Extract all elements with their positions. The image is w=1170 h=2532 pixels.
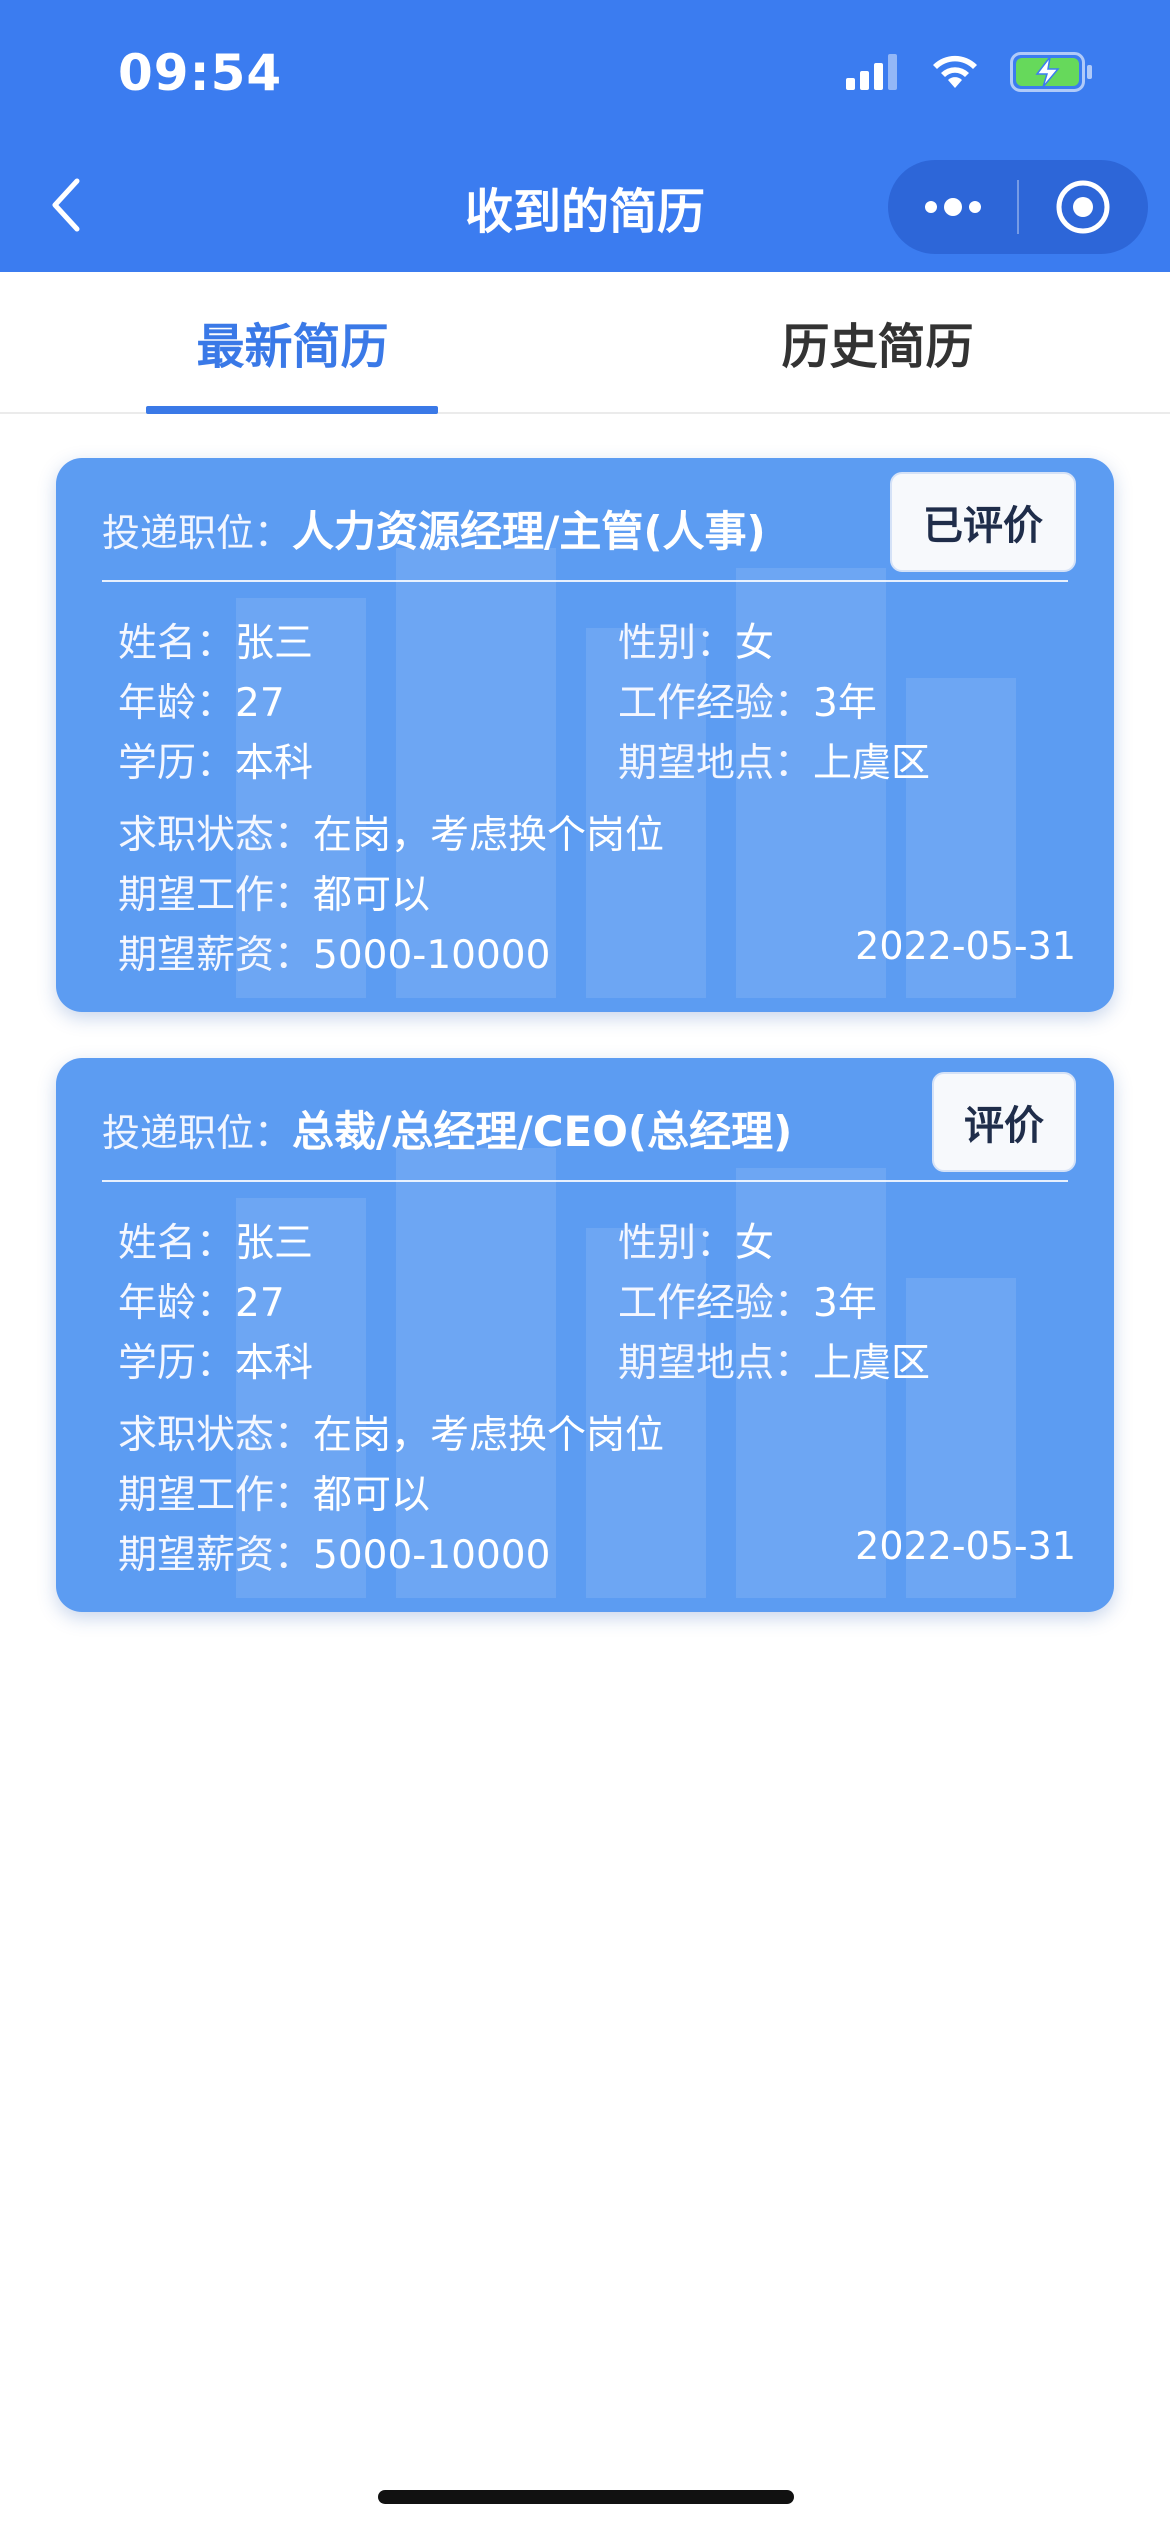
field-label: 求职状态： <box>118 1413 314 1458</box>
field-job: 期望工作：都可以 <box>118 1464 430 1520</box>
tab-latest-label: 最新简历 <box>196 319 389 375</box>
position-value: 总裁/总经理/CEO(总经理) <box>292 1107 793 1156</box>
resume-card[interactable]: 投递职位： 人力资源经理/主管(人事) 已评价 姓名：张三 性别：女 年龄：27… <box>56 458 1114 1012</box>
field-value: 女 <box>735 1221 775 1266</box>
field-age: 年龄：27 <box>118 672 285 728</box>
field-age: 年龄：27 <box>118 1272 285 1328</box>
resume-tabs: 最新简历 历史简历 <box>0 272 1170 414</box>
field-value: 女 <box>735 621 775 666</box>
tab-history[interactable]: 历史简历 <box>585 272 1170 412</box>
field-label: 年龄： <box>118 1281 236 1326</box>
field-label: 性别： <box>618 621 736 666</box>
field-gender: 性别：女 <box>618 612 774 668</box>
field-location: 期望地点：上虞区 <box>618 1332 930 1388</box>
tab-latest[interactable]: 最新简历 <box>0 272 585 412</box>
card-divider <box>102 580 1068 582</box>
field-value: 都可以 <box>313 873 431 918</box>
field-label: 求职状态： <box>118 813 314 858</box>
field-value: 张三 <box>235 621 314 666</box>
field-label: 工作经验： <box>618 1281 814 1326</box>
evaluate-button[interactable]: 评价 <box>932 1072 1076 1172</box>
tab-history-label: 历史简历 <box>781 319 974 375</box>
close-target-icon <box>1056 180 1110 234</box>
field-label: 期望薪资： <box>118 933 314 978</box>
resume-card[interactable]: 投递职位： 总裁/总经理/CEO(总经理) 评价 姓名：张三 性别：女 年龄：2… <box>56 1058 1114 1612</box>
battery-charging-icon <box>1010 52 1092 92</box>
field-salary: 期望薪资：5000-10000 <box>118 1524 550 1580</box>
field-value: 本科 <box>235 741 314 786</box>
field-value: 都可以 <box>313 1473 431 1518</box>
status-time: 09:54 <box>118 44 283 102</box>
field-label: 期望薪资： <box>118 1533 314 1578</box>
submit-date: 2022-05-31 <box>855 924 1076 968</box>
field-label: 期望地点： <box>618 1341 814 1386</box>
field-label: 年龄： <box>118 681 236 726</box>
position-row: 投递职位： 人力资源经理/主管(人事) <box>102 498 766 559</box>
field-value: 上虞区 <box>813 1341 931 1386</box>
field-value: 5000-10000 <box>313 1533 551 1578</box>
more-dots-icon <box>924 198 981 216</box>
field-label: 期望地点： <box>618 741 814 786</box>
position-value: 人力资源经理/主管(人事) <box>292 507 766 556</box>
field-label: 工作经验： <box>618 681 814 726</box>
card-divider <box>102 1180 1068 1182</box>
evaluated-button[interactable]: 已评价 <box>890 472 1076 572</box>
field-label: 期望工作： <box>118 1473 314 1518</box>
position-row: 投递职位： 总裁/总经理/CEO(总经理) <box>102 1098 792 1159</box>
field-job: 期望工作：都可以 <box>118 864 430 920</box>
field-name: 姓名：张三 <box>118 1212 313 1268</box>
home-indicator[interactable] <box>378 2490 794 2504</box>
signal-icon <box>846 54 897 90</box>
field-gender: 性别：女 <box>618 1212 774 1268</box>
field-salary: 期望薪资：5000-10000 <box>118 924 550 980</box>
field-name: 姓名：张三 <box>118 612 313 668</box>
position-label: 投递职位： <box>102 511 293 555</box>
field-label: 学历： <box>118 1341 236 1386</box>
field-value: 在岗，考虑换个岗位 <box>313 1413 665 1458</box>
field-value: 27 <box>235 681 285 726</box>
field-location: 期望地点：上虞区 <box>618 732 930 788</box>
mini-program-capsule <box>888 160 1148 254</box>
field-label: 姓名： <box>118 1221 236 1266</box>
field-label: 姓名： <box>118 621 236 666</box>
field-value: 5000-10000 <box>313 933 551 978</box>
field-value: 上虞区 <box>813 741 931 786</box>
wifi-icon <box>933 55 977 88</box>
field-value: 张三 <box>235 1221 314 1266</box>
field-label: 学历： <box>118 741 236 786</box>
field-value: 本科 <box>235 1341 314 1386</box>
close-mini-program-button[interactable] <box>1019 160 1148 254</box>
tab-active-indicator <box>146 406 438 414</box>
field-experience: 工作经验：3年 <box>618 1272 877 1328</box>
app-header: 09:54 收到的简历 <box>0 0 1170 272</box>
field-value: 在岗，考虑换个岗位 <box>313 813 665 858</box>
field-education: 学历：本科 <box>118 1332 313 1388</box>
field-value: 3年 <box>813 681 877 726</box>
status-icons <box>846 52 1094 92</box>
field-value: 3年 <box>813 1281 877 1326</box>
position-label: 投递职位： <box>102 1111 293 1155</box>
field-status: 求职状态：在岗，考虑换个岗位 <box>118 804 664 860</box>
submit-date: 2022-05-31 <box>855 1524 1076 1568</box>
more-button[interactable] <box>888 160 1017 254</box>
field-label: 期望工作： <box>118 873 314 918</box>
field-value: 27 <box>235 1281 285 1326</box>
field-status: 求职状态：在岗，考虑换个岗位 <box>118 1404 664 1460</box>
field-experience: 工作经验：3年 <box>618 672 877 728</box>
field-education: 学历：本科 <box>118 732 313 788</box>
field-label: 性别： <box>618 1221 736 1266</box>
